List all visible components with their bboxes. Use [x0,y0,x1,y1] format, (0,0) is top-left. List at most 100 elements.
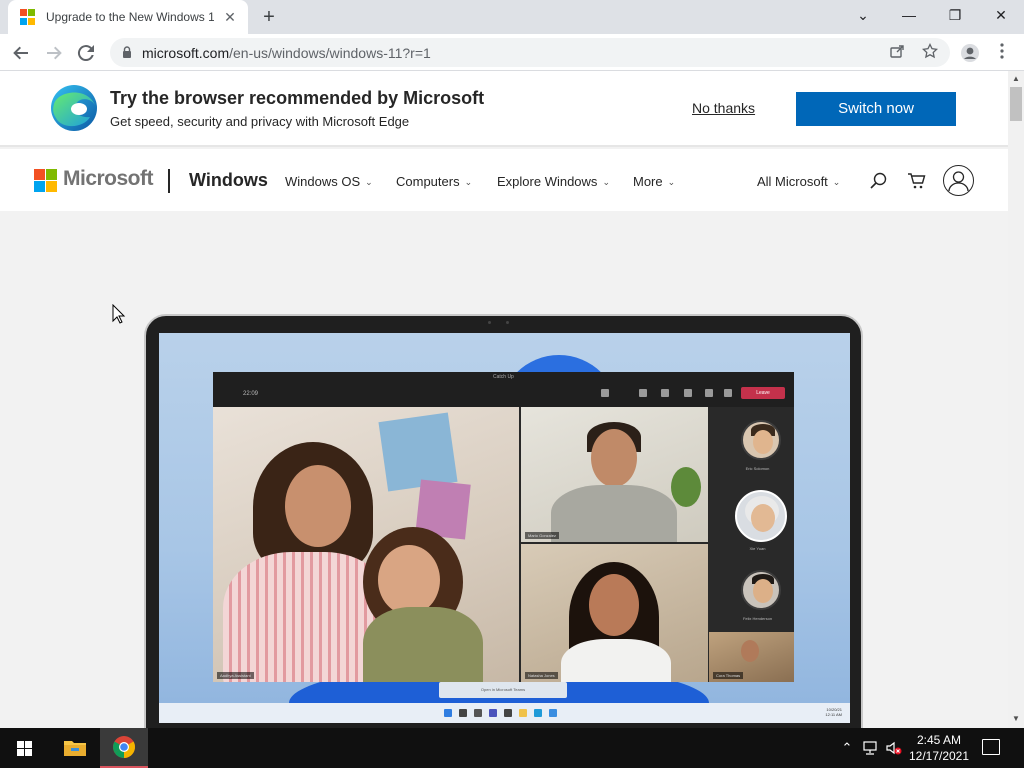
back-arrow-icon [13,46,28,60]
hero-laptop-image: Catch Up 22:09 Leave Aadhya Assistant Ma… [144,314,863,728]
nav-item-computers[interactable]: Computers ⌄ [396,174,472,189]
nav-item-label: All Microsoft [757,174,828,189]
participant-name-tag: Aadhya Assistant [217,672,254,679]
open-in-teams-bar: Open in Microsoft Teams [439,682,567,698]
task-view-icon [474,709,482,717]
person-face [591,429,637,487]
clock-time: 2:45 AM [916,733,962,747]
nav-item-label: Explore Windows [497,174,598,189]
more-options-icon [661,389,669,397]
chevron-down-icon: ⌄ [667,177,676,187]
microphone-icon [705,389,713,397]
plant [671,467,701,507]
forward-arrow-icon [47,46,62,60]
restore-button[interactable]: ❐ [932,0,978,30]
laptop-screen: Catch Up 22:09 Leave Aadhya Assistant Ma… [159,333,850,723]
profile-button[interactable] [958,41,982,65]
search-icon[interactable] [869,171,889,191]
chevron-down-icon: ⌄ [602,177,610,187]
network-icon[interactable] [863,740,879,756]
teams-icon [489,709,497,717]
address-bar[interactable]: microsoft.com/en-us/windows/windows-11?r… [110,38,950,67]
account-sign-in-button[interactable] [943,165,974,196]
child-face [378,545,440,615]
microsoft-favicon-icon [20,9,36,25]
url-path: /en-us/windows/windows-11?r=1 [229,45,431,61]
windows-taskbar: ⌃ 2:45 AM 12/17/2021 [0,728,1024,768]
wall-art [378,412,458,492]
search-icon [459,709,467,717]
chevron-down-icon: ⌄ [464,177,473,187]
page-viewport: Try the browser recommended by Microsoft… [0,71,1008,728]
side-tile-eric: Eric Solomon [721,420,794,490]
share-icon[interactable] [887,43,907,63]
browser-toolbar: microsoft.com/en-us/windows/windows-11?r… [0,34,1024,71]
switch-now-button[interactable]: Switch now [796,92,956,126]
nav-item-more[interactable]: More ⌄ [633,174,675,189]
reload-button[interactable] [74,41,98,65]
clock-date: 12/17/2021 [908,749,970,763]
edge-recommendation-banner: Try the browser recommended by Microsoft… [0,71,1008,147]
nav-item-explore-windows[interactable]: Explore Windows ⌄ [497,174,610,189]
store-icon [549,709,557,717]
back-button[interactable] [9,41,33,65]
volume-muted-icon[interactable] [886,740,902,756]
edge-banner-title: Try the browser recommended by Microsoft [110,88,485,108]
tab-search-icon[interactable]: ⌄ [840,0,886,30]
nav-item-label: Windows OS [285,174,361,189]
teams-call-timer: 22:09 [243,391,259,397]
nav-item-windows-os[interactable]: Windows OS ⌄ [285,174,373,189]
browser-menu-button[interactable] [990,41,1014,65]
participant-avatar [741,570,781,610]
windows-logo-icon [16,740,32,756]
new-tab-button[interactable]: + [258,6,280,28]
nav-item-all-microsoft[interactable]: All Microsoft ⌄ [757,174,840,189]
participant-avatar [735,490,787,542]
show-hidden-icons-chevron-icon[interactable]: ⌃ [839,740,855,756]
person-body [551,485,677,542]
start-button[interactable] [0,728,48,768]
browser-tab[interactable]: Upgrade to the New Windows 11 | Microsof… [8,0,248,34]
participant-name-tag: Mario Gonzalez [525,532,560,539]
url-text[interactable]: microsoft.com/en-us/windows/windows-11?r… [142,45,431,61]
forward-button[interactable] [42,41,66,65]
participant-name-tag: Natasha Jones [525,672,558,679]
bookmark-star-icon[interactable] [920,42,940,63]
person-body [561,639,671,682]
lock-icon[interactable] [122,46,132,58]
kebab-menu-icon [1000,43,1004,59]
mouse-cursor-icon [112,304,126,324]
inner-clock-time: 12:11 AM [825,712,842,717]
tab-close-icon[interactable]: ✕ [222,9,238,25]
scroll-thumb[interactable] [1010,87,1022,121]
action-center-notification-icon[interactable] [982,739,1000,755]
close-window-button[interactable]: ✕ [978,0,1024,30]
windows-product-link[interactable]: Windows [189,170,268,191]
start-icon [444,709,452,717]
file-explorer-icon [64,741,86,756]
shopping-cart-icon[interactable] [907,171,927,191]
widgets-icon [504,709,512,717]
raise-hand-icon [639,389,647,397]
video-tile-main: Aadhya Assistant [213,407,519,682]
microsoft-logo-icon[interactable] [34,169,57,192]
inner-taskbar-clock: 10/20/21 12:11 AM [825,707,842,717]
scroll-up-arrow-icon[interactable]: ▲ [1012,75,1020,83]
child-body [363,607,483,682]
page-scrollbar[interactable]: ▲ ▼ [1008,71,1024,728]
video-tile-mario: Mario Gonzalez [521,407,708,542]
no-thanks-link[interactable]: No thanks [692,100,755,116]
scroll-down-arrow-icon[interactable]: ▼ [1012,715,1020,723]
taskbar-file-explorer[interactable] [51,728,99,768]
share-screen-icon [724,389,732,397]
microsoft-brand-text[interactable]: Microsoft [63,167,154,191]
side-tile-felix: Felix Henderson [721,570,794,632]
browser-tab-strip: Upgrade to the New Windows 11 | Microsof… [0,0,1024,34]
taskbar-clock[interactable]: 2:45 AM 12/17/2021 [902,732,976,764]
chevron-down-icon: ⌄ [365,177,373,187]
teams-call-toolbar: Catch Up 22:09 Leave [213,372,794,407]
teams-call-window: Catch Up 22:09 Leave Aadhya Assistant Ma… [213,372,794,682]
taskbar-chrome[interactable] [100,728,148,768]
video-tile-natasha: Natasha Jones [521,544,708,682]
minimize-button[interactable]: — [886,0,932,30]
